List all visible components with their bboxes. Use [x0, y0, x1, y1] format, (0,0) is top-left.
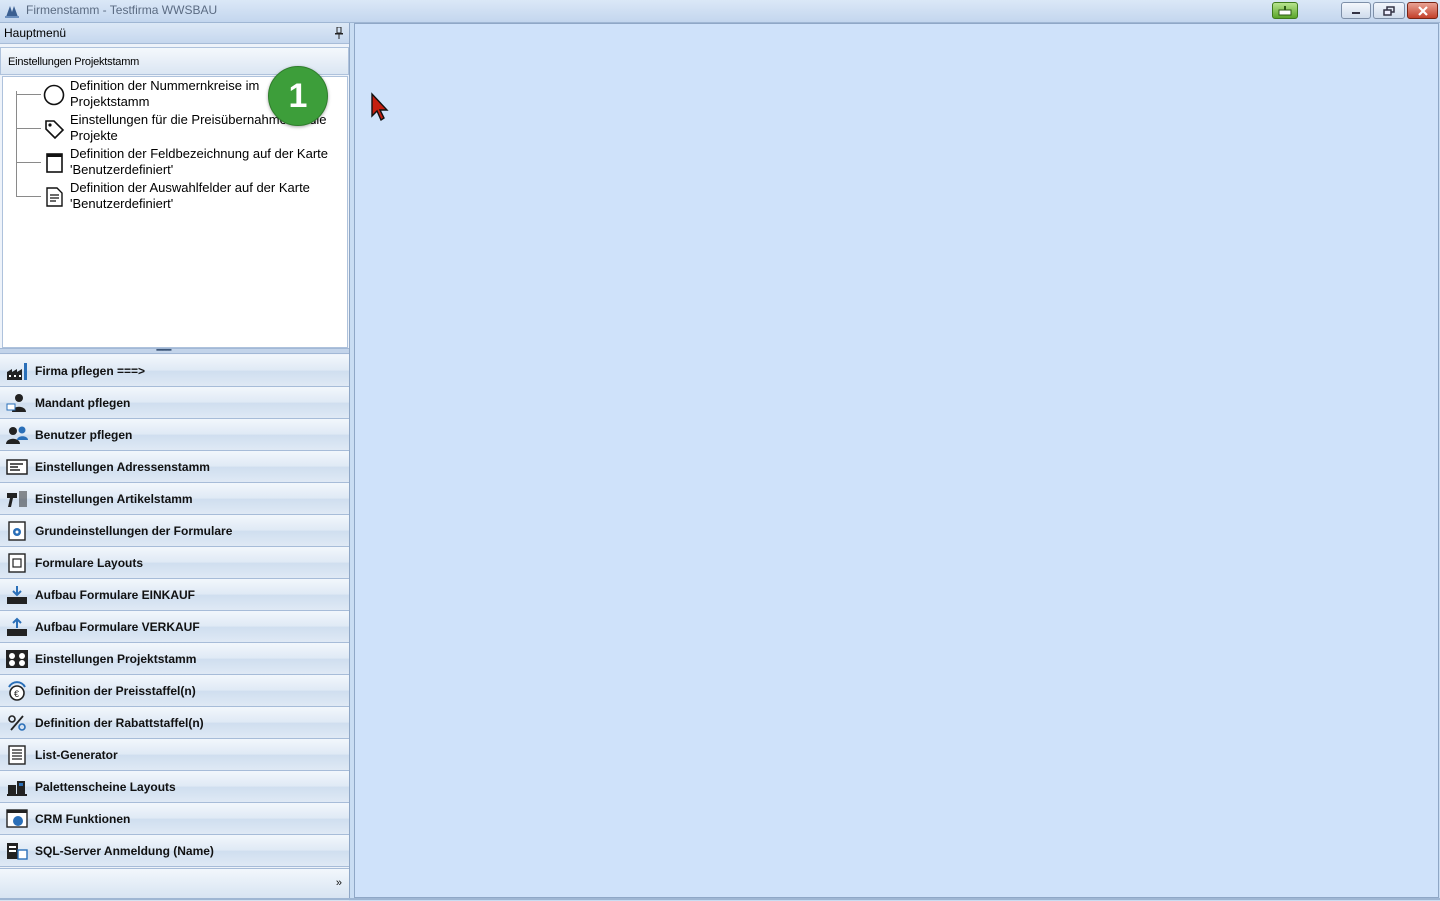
pin-icon[interactable]: [335, 27, 343, 39]
layout-icon: [8, 553, 26, 573]
nav-palettenscheine-layouts[interactable]: Palettenscheine Layouts: [0, 771, 349, 803]
nav-aufbau-formulare-verkauf[interactable]: Aufbau Formulare VERKAUF: [0, 611, 349, 643]
nav-definition-rabattstaffel[interactable]: Definition der Rabattstaffel(n): [0, 707, 349, 739]
nav-label: Einstellungen Projektstamm: [35, 652, 197, 666]
nav-label: Aufbau Formulare VERKAUF: [35, 620, 200, 634]
nav-label: Definition der Preisstaffel(n): [35, 684, 196, 698]
discount-icon: [8, 715, 26, 731]
factory-icon: [7, 363, 27, 380]
pallet-icon: [7, 781, 27, 796]
nav-label: Grundeinstellungen der Formulare: [35, 524, 233, 538]
nav-label: Aufbau Formulare EINKAUF: [35, 588, 196, 602]
list-icon: [8, 745, 26, 765]
nav-label: Einstellungen Artikelstamm: [35, 492, 193, 506]
nav-grundeinstellungen-formulare[interactable]: Grundeinstellungen der Formulare: [0, 515, 349, 547]
main-menu-sidebar: Hauptmenü Einstellungen Projektstamm Def…: [0, 23, 350, 901]
nav-benutzer-pflegen[interactable]: Benutzer pflegen: [0, 419, 349, 451]
restore-icon: [1383, 5, 1395, 16]
tree-item-label: Definition der Feldbezeichnung auf der K…: [70, 146, 328, 177]
gear-document-icon: [8, 521, 26, 541]
price-scale-icon: €: [8, 681, 26, 701]
nav-label: Definition der Rabattstaffel(n): [35, 716, 204, 730]
restore-button[interactable]: [1373, 2, 1405, 19]
nav-firma-pflegen[interactable]: Firma pflegen ===>: [0, 355, 349, 387]
form-icon: [46, 153, 63, 173]
panel-splitter[interactable]: ▪▪▪▪▪▪▪▪▪▪: [0, 347, 349, 354]
client-icon: [6, 394, 26, 412]
sidebar-footer: »: [0, 868, 349, 901]
keyboard-icon: [1278, 5, 1292, 15]
main-content-area[interactable]: [354, 23, 1439, 898]
inbox-upload-icon: [7, 617, 27, 636]
nav-label: SQL-Server Anmeldung (Name): [35, 844, 214, 858]
app-icon: [5, 6, 19, 18]
tree-item-label: Definition der Auswahlfelder auf der Kar…: [70, 180, 310, 211]
close-icon: [1417, 5, 1428, 16]
nav-crm-funktionen[interactable]: CRM Funktionen: [0, 803, 349, 835]
circle-icon: [43, 84, 65, 106]
taskbar-app-button[interactable]: [1272, 2, 1298, 19]
nav-label: List-Generator: [35, 748, 118, 762]
group-title: Einstellungen Projektstamm: [8, 56, 140, 68]
project-icon: [6, 650, 28, 668]
nav-formulare-layouts[interactable]: Formulare Layouts: [0, 547, 349, 579]
nav-label: Benutzer pflegen: [35, 428, 133, 442]
address-card-icon: [6, 459, 28, 475]
minimize-icon: [1352, 11, 1360, 14]
crm-icon: [6, 809, 28, 828]
title-bar: Firmenstamm - Testfirma WWSBAU: [0, 0, 1440, 23]
server-icon: [7, 843, 28, 860]
nav-label: CRM Funktionen: [35, 812, 131, 826]
nav-label: Firma pflegen ===>: [35, 364, 146, 378]
tree-item-feldbezeichnung[interactable]: Definition der Feldbezeichnung auf der K…: [17, 145, 337, 179]
grip-handle: ▪▪▪▪▪▪▪▪▪▪: [156, 347, 172, 354]
nav-mandant-pflegen[interactable]: Mandant pflegen: [0, 387, 349, 419]
nav-list-generator[interactable]: List-Generator: [0, 739, 349, 771]
nav-label: Einstellungen Adressenstamm: [35, 460, 210, 474]
nav-sql-server-anmeldung[interactable]: SQL-Server Anmeldung (Name): [0, 835, 349, 867]
close-button[interactable]: [1407, 2, 1438, 19]
inbox-download-icon: [7, 586, 27, 604]
nav-definition-preisstaffel[interactable]: € Definition der Preisstaffel(n): [0, 675, 349, 707]
tree-item-auswahlfelder[interactable]: Definition der Auswahlfelder auf der Kar…: [17, 179, 337, 213]
step-badge: 1: [268, 66, 328, 126]
minimize-button[interactable]: [1341, 2, 1371, 19]
tag-icon: [45, 120, 65, 140]
users-icon: [6, 426, 28, 444]
svg-text:€: €: [14, 689, 19, 699]
nav-einstellungen-artikelstamm[interactable]: Einstellungen Artikelstamm: [0, 483, 349, 515]
nav-label: Formulare Layouts: [35, 556, 144, 570]
nav-list: Firma pflegen ===> Mandant pflegen Benut…: [0, 355, 349, 867]
mouse-cursor-icon: [371, 92, 389, 122]
document-icon: [46, 187, 63, 207]
nav-aufbau-formulare-einkauf[interactable]: Aufbau Formulare EINKAUF: [0, 579, 349, 611]
nav-einstellungen-projektstamm[interactable]: Einstellungen Projektstamm: [0, 643, 349, 675]
nav-label: Mandant pflegen: [35, 396, 131, 410]
sidebar-title: Hauptmenü: [4, 26, 67, 40]
nav-label: Palettenscheine Layouts: [35, 780, 176, 794]
sidebar-header: Hauptmenü: [0, 23, 349, 44]
window-title: Firmenstamm - Testfirma WWSBAU: [26, 3, 218, 17]
barcode-scanner-icon: [7, 491, 27, 507]
nav-einstellungen-adressenstamm[interactable]: Einstellungen Adressenstamm: [0, 451, 349, 483]
chevron-double-right-icon[interactable]: »: [336, 877, 342, 889]
